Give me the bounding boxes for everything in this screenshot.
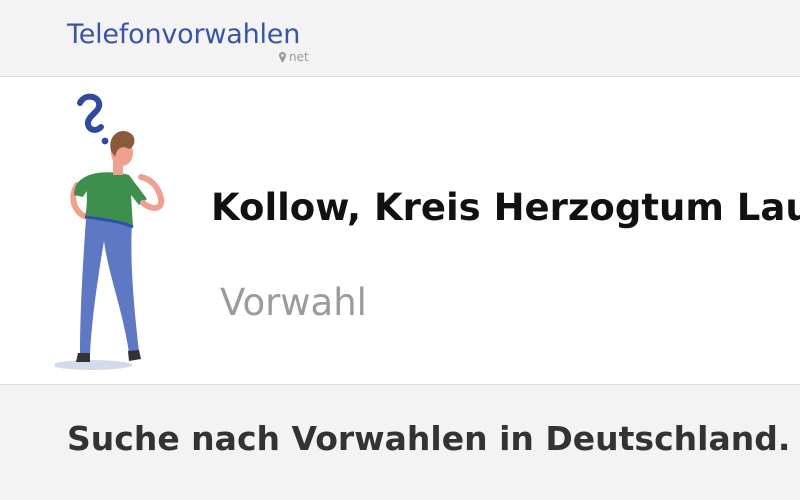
logo-text: Telefonvorwahlen bbox=[67, 19, 301, 50]
hero-section: Kollow, Kreis Herzogtum Lauenburg Vorwah… bbox=[0, 77, 800, 385]
place-title: Kollow, Kreis Herzogtum Lauenburg bbox=[211, 186, 800, 229]
page-subtitle: Vorwahl bbox=[220, 281, 367, 324]
site-header: Telefonvorwahlen net bbox=[0, 0, 800, 77]
logo-suffix: net bbox=[279, 50, 309, 64]
search-heading: Suche nach Vorwahlen in Deutschland. bbox=[67, 419, 791, 458]
site-logo-link[interactable]: Telefonvorwahlen net bbox=[67, 18, 309, 64]
map-pin-icon bbox=[279, 51, 286, 63]
thinking-person-illustration bbox=[55, 93, 165, 370]
logo-suffix-text: net bbox=[289, 50, 309, 64]
